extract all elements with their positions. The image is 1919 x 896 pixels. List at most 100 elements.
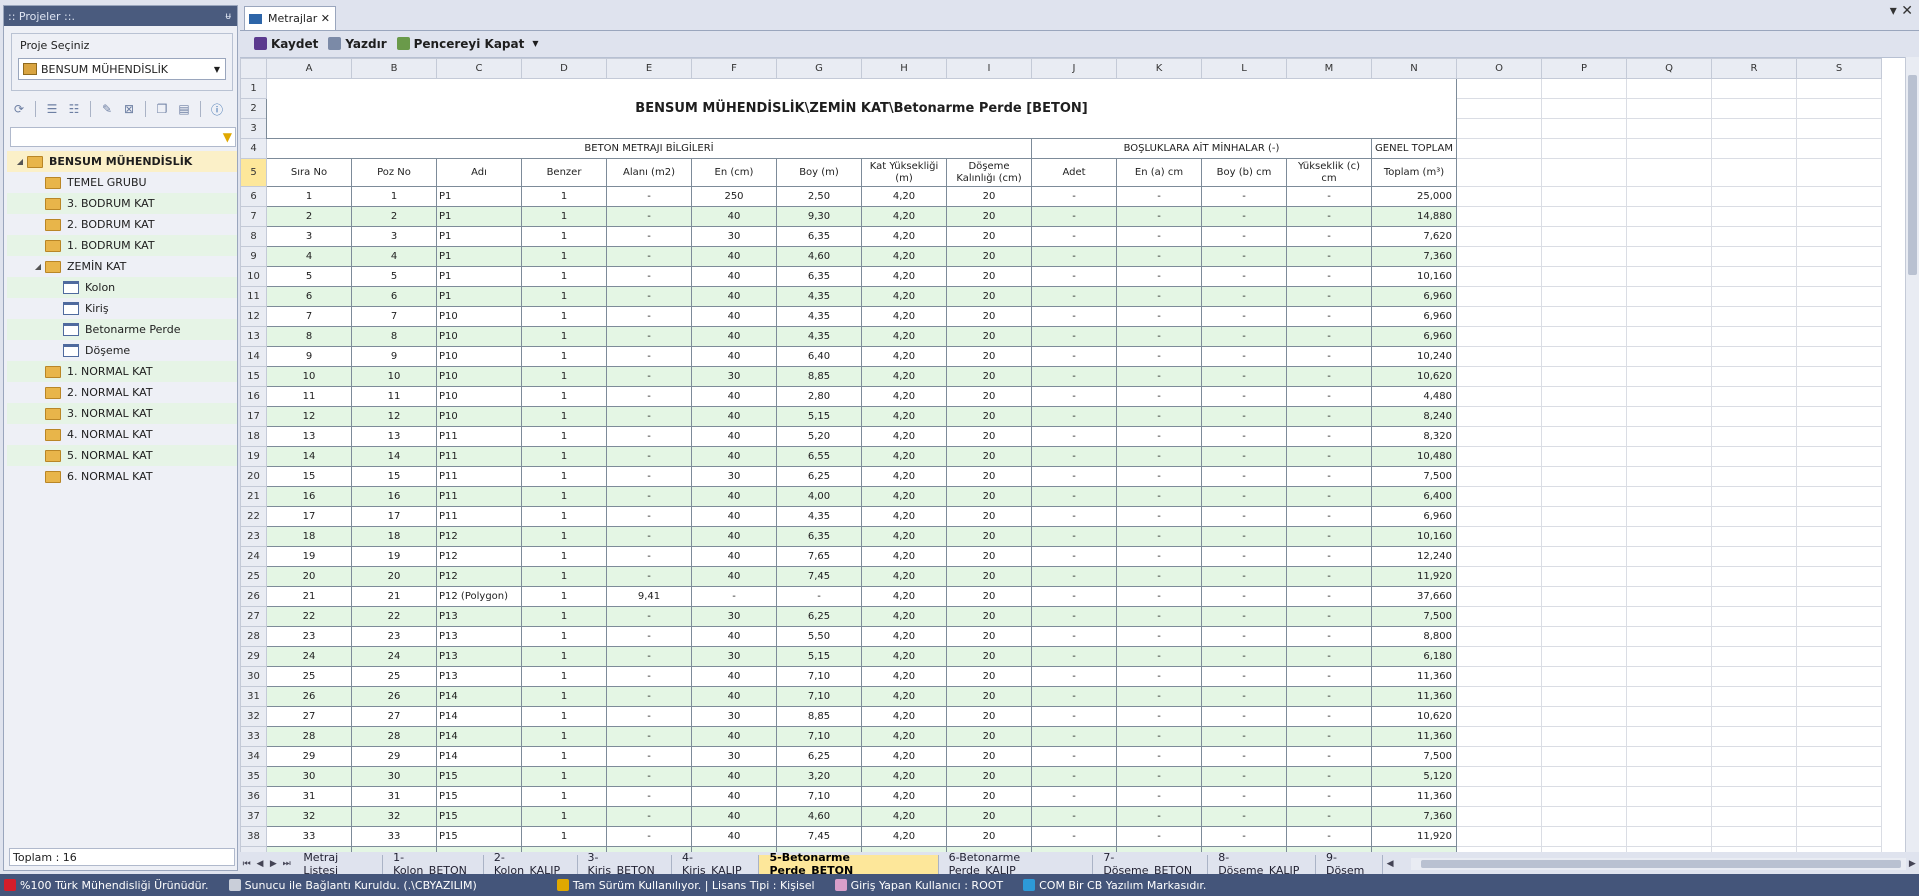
data-cell[interactable]: - (1031, 706, 1117, 727)
data-cell[interactable]: - (1286, 766, 1372, 787)
spreadsheet-grid[interactable]: ABCDEFGHIJKLMNOPQRS 1 BENSUM MÜHENDİSLİK\… (240, 58, 1882, 852)
data-cell[interactable]: 8 (266, 326, 352, 347)
data-cell[interactable]: 40 (691, 486, 777, 507)
data-cell[interactable]: 1 (266, 186, 352, 207)
row-header[interactable]: 10 (240, 266, 267, 287)
data-cell[interactable]: 1 (521, 426, 607, 447)
data-cell[interactable]: 32 (266, 806, 352, 827)
data-cell[interactable]: 32 (351, 806, 437, 827)
empty-cell[interactable] (1456, 786, 1542, 807)
row-header[interactable]: 33 (240, 726, 267, 747)
data-cell[interactable]: 1 (521, 366, 607, 387)
empty-cell[interactable] (1796, 286, 1882, 307)
data-cell[interactable]: P1 (436, 206, 522, 227)
data-cell[interactable]: 31 (351, 786, 437, 807)
tree-filter-input[interactable]: ▼ (10, 127, 236, 147)
data-cell[interactable]: 5,15 (776, 406, 862, 427)
data-cell[interactable]: - (606, 526, 692, 547)
data-cell[interactable]: 20 (946, 346, 1032, 367)
data-cell[interactable]: 4,20 (861, 666, 947, 687)
data-cell[interactable]: - (606, 206, 692, 227)
data-cell[interactable]: - (1116, 426, 1202, 447)
data-cell[interactable]: 40 (691, 206, 777, 227)
scroll-left-icon[interactable]: ◀ (1383, 859, 1396, 869)
data-cell[interactable]: 4,20 (861, 306, 947, 327)
data-cell[interactable]: - (1201, 666, 1287, 687)
empty-cell[interactable] (1541, 406, 1627, 427)
prev-sheet-icon[interactable]: ◀ (253, 859, 266, 869)
expand-icon[interactable]: ◢ (13, 157, 27, 166)
data-cell[interactable]: - (1031, 326, 1117, 347)
data-cell[interactable]: 8,85 (776, 706, 862, 727)
data-cell[interactable]: 40 (691, 306, 777, 327)
data-cell[interactable]: 4,20 (861, 606, 947, 627)
data-cell[interactable]: - (1286, 186, 1372, 207)
empty-cell[interactable] (1456, 98, 1542, 119)
data-cell[interactable]: - (1201, 206, 1287, 227)
data-cell[interactable]: 30 (266, 766, 352, 787)
data-cell[interactable]: 20 (946, 686, 1032, 707)
data-cell[interactable]: 26 (266, 686, 352, 707)
data-cell[interactable]: - (1286, 206, 1372, 227)
data-cell[interactable]: 20 (946, 506, 1032, 527)
data-cell[interactable]: 12 (351, 406, 437, 427)
empty-cell[interactable] (1541, 386, 1627, 407)
data-cell[interactable]: 12,240 (1371, 546, 1457, 567)
empty-cell[interactable] (1796, 846, 1882, 852)
data-cell[interactable]: 4,20 (861, 546, 947, 567)
empty-cell[interactable] (1626, 606, 1712, 627)
empty-cell[interactable] (1626, 506, 1712, 527)
data-cell[interactable]: 30 (351, 766, 437, 787)
data-cell[interactable]: 4,20 (861, 566, 947, 587)
data-cell[interactable]: 5,50 (776, 626, 862, 647)
data-cell[interactable]: 4,20 (861, 766, 947, 787)
row-header[interactable]: 14 (240, 346, 267, 367)
data-cell[interactable]: 4,480 (1371, 386, 1457, 407)
info-icon[interactable]: ⓘ (208, 100, 226, 118)
data-cell[interactable]: - (1286, 706, 1372, 727)
data-cell[interactable]: 30 (691, 706, 777, 727)
data-cell[interactable]: 1 (521, 826, 607, 847)
empty-cell[interactable] (1626, 118, 1712, 139)
data-cell[interactable]: - (1201, 646, 1287, 667)
data-cell[interactable]: 5 (351, 266, 437, 287)
data-cell[interactable]: - (1031, 226, 1117, 247)
data-cell[interactable]: 20 (266, 566, 352, 587)
data-cell[interactable]: 6,960 (1371, 286, 1457, 307)
empty-cell[interactable] (1541, 586, 1627, 607)
data-cell[interactable]: - (1286, 466, 1372, 487)
data-cell[interactable]: 12 (266, 406, 352, 427)
data-cell[interactable]: 20 (946, 386, 1032, 407)
empty-cell[interactable] (1541, 566, 1627, 587)
data-cell[interactable]: - (1116, 566, 1202, 587)
data-cell[interactable]: 1 (521, 406, 607, 427)
row-header[interactable]: 36 (240, 786, 267, 807)
empty-cell[interactable] (1711, 846, 1797, 852)
data-cell[interactable]: 4,20 (861, 246, 947, 267)
data-cell[interactable]: 30 (691, 466, 777, 487)
empty-cell[interactable] (1456, 566, 1542, 587)
empty-cell[interactable] (1796, 686, 1882, 707)
empty-cell[interactable] (1796, 118, 1882, 139)
data-cell[interactable]: - (1031, 526, 1117, 547)
row-header[interactable]: 17 (240, 406, 267, 427)
data-cell[interactable]: 4,20 (861, 486, 947, 507)
data-cell[interactable]: 6,25 (776, 466, 862, 487)
column-header[interactable]: F (691, 58, 777, 79)
data-cell[interactable]: 4,20 (861, 446, 947, 467)
empty-cell[interactable] (1626, 206, 1712, 227)
data-cell[interactable]: 4,60 (776, 806, 862, 827)
tree-item[interactable]: Kolon (7, 277, 237, 298)
filter-icon[interactable]: ▼ (223, 130, 232, 144)
empty-cell[interactable] (1541, 746, 1627, 767)
empty-cell[interactable] (1711, 366, 1797, 387)
data-cell[interactable]: - (1116, 826, 1202, 847)
data-cell[interactable]: P11 (436, 466, 522, 487)
data-cell[interactable]: - (1031, 206, 1117, 227)
data-cell[interactable]: 30 (691, 646, 777, 667)
empty-cell[interactable] (1541, 526, 1627, 547)
empty-cell[interactable] (1541, 206, 1627, 227)
data-cell[interactable]: - (606, 706, 692, 727)
data-cell[interactable]: - (606, 566, 692, 587)
data-cell[interactable]: 1 (521, 266, 607, 287)
